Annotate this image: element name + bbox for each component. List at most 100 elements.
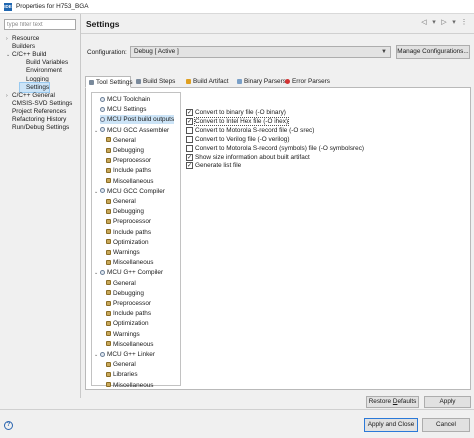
restore-defaults-button[interactable]: Restore Defaults xyxy=(366,396,419,408)
nav-item[interactable]: Run/Debug Settings xyxy=(6,123,69,132)
tab-label: Build Steps xyxy=(143,78,176,85)
configuration-select[interactable]: Debug [ Active ] ▼ xyxy=(130,46,391,58)
restore-label-pre: Restore xyxy=(368,398,393,405)
option-label: Show size information about built artifa… xyxy=(195,153,310,161)
tool-tree-item[interactable]: ⌄ MCU GCC Compiler xyxy=(94,187,165,196)
nav-item-label: Refactoring History xyxy=(12,116,67,123)
option-page-icon xyxy=(106,371,111,377)
cancel-button[interactable]: Cancel xyxy=(422,418,470,432)
tool-tree-item[interactable]: General xyxy=(106,279,136,288)
back-menu-chevron-icon[interactable]: ▾ xyxy=(430,18,438,27)
apply-and-close-button[interactable]: Apply and Close xyxy=(364,418,418,432)
chevron-down-icon[interactable]: ⌄ xyxy=(94,269,100,278)
forward-menu-chevron-icon[interactable]: ▾ xyxy=(450,18,458,27)
tool-tree-label: Warnings xyxy=(113,330,140,338)
tool-tree-item[interactable]: General xyxy=(106,136,136,145)
tab-build-artifact[interactable]: Build Artifact xyxy=(183,76,233,88)
option-row[interactable]: Convert to Motorola S-record file (-O sr… xyxy=(186,126,314,135)
option-checkbox[interactable]: ✓ xyxy=(186,109,193,116)
chevron-down-icon[interactable]: ⌄ xyxy=(94,351,100,360)
option-row[interactable]: ✓ Convert to binary file (-O binary) xyxy=(186,108,286,117)
tool-tree-label: Optimization xyxy=(113,238,149,246)
settings-tabs: Tool Settings Build Steps Build Artifact Bi… xyxy=(85,76,471,88)
filter-input[interactable] xyxy=(4,19,76,30)
option-label: Convert to binary file (-O binary) xyxy=(195,109,286,116)
tool-tree-item[interactable]: Miscellaneous xyxy=(106,340,154,349)
tab-binary-parsers[interactable]: Binary Parsers xyxy=(234,76,286,88)
option-page-icon xyxy=(106,198,111,204)
tool-tree-item[interactable]: MCU Post build outputs xyxy=(100,115,175,125)
tool-tree-item[interactable]: Include paths xyxy=(106,166,151,175)
option-row[interactable]: Convert to Motorola S-record (symbols) f… xyxy=(186,144,364,153)
tool-tree-label: Optimization xyxy=(113,320,149,328)
option-row[interactable]: ✓ Generate list file xyxy=(186,161,241,170)
tool-tree-label: Debugging xyxy=(113,289,144,297)
tool-tree-label: Debugging xyxy=(113,147,144,154)
tool-tree-label: Miscellaneous xyxy=(113,381,154,389)
tool-tree-item[interactable]: Optimization xyxy=(106,319,149,328)
tab-error-parsers[interactable]: Error Parsers xyxy=(282,76,332,88)
option-label: Convert to Intel Hex file (-O ihex) xyxy=(193,116,290,126)
tool-tree-item[interactable]: Debugging xyxy=(106,207,144,216)
help-icon[interactable]: ? xyxy=(4,421,13,430)
tab-build-steps[interactable]: Build Steps xyxy=(133,76,182,88)
tool-tree-item[interactable]: Include paths xyxy=(106,309,151,318)
tool-tree-item[interactable]: ⌄ MCU G++ Linker xyxy=(94,350,155,359)
tool-tree-label: Miscellaneous xyxy=(113,340,154,348)
option-label: Convert to Motorola S-record file (-O sr… xyxy=(195,126,315,134)
gear-icon xyxy=(100,269,105,275)
tool-tree-item[interactable]: ⌄ MCU G++ Compiler xyxy=(94,268,163,277)
manage-configurations-button[interactable]: Manage Configurations... xyxy=(396,45,470,59)
tool-tree-item[interactable]: Debugging xyxy=(106,146,144,155)
tool-tree-item[interactable]: Libraries xyxy=(106,370,138,379)
option-page-icon xyxy=(106,167,111,173)
tool-tree-item[interactable]: Preprocessor xyxy=(106,156,151,165)
option-page-icon xyxy=(106,208,111,214)
gear-icon xyxy=(100,351,105,357)
tool-tree-item[interactable]: Miscellaneous xyxy=(106,381,154,390)
forward-icon[interactable]: ▷ xyxy=(440,18,448,27)
tool-tree-item[interactable]: Preprocessor xyxy=(106,217,151,226)
option-row[interactable]: Convert to Verilog file (-O verilog) xyxy=(186,135,289,144)
tool-tree-label: General xyxy=(113,198,136,205)
option-checkbox[interactable]: ✓ xyxy=(186,117,193,125)
option-row[interactable]: ✓ Convert to Intel Hex file (-O ihex) xyxy=(186,116,290,126)
option-page-icon xyxy=(106,331,111,337)
tool-tree-item[interactable]: MCU Settings xyxy=(100,105,146,114)
tool-tree-item[interactable]: MCU Toolchain xyxy=(100,95,150,104)
footer-divider xyxy=(0,409,474,410)
back-icon[interactable]: ◁ xyxy=(420,18,428,27)
tool-tree-item[interactable]: General xyxy=(106,360,136,369)
option-page-icon xyxy=(106,229,111,235)
tool-tree-item[interactable]: Debugging xyxy=(106,289,144,298)
option-checkbox[interactable] xyxy=(186,144,193,152)
tool-tree-item[interactable]: Warnings xyxy=(106,248,140,257)
tool-tree-label: MCU Settings xyxy=(107,106,147,114)
option-page-icon xyxy=(106,290,111,296)
tool-tree-label: Include paths xyxy=(113,228,152,236)
apply-button[interactable]: Apply xyxy=(424,396,471,408)
nav-item-label: C/C++ General xyxy=(12,91,55,99)
tool-tree-item[interactable]: Miscellaneous xyxy=(106,258,154,267)
tool-tree-item[interactable]: Warnings xyxy=(106,330,140,339)
view-menu-icon[interactable]: ⋮ xyxy=(460,18,468,27)
tool-tree-label: Miscellaneous xyxy=(113,177,154,185)
left-pane: ›ResourceBuilders⌄C/C++ BuildBuild Varia… xyxy=(0,14,80,398)
tool-tree-item[interactable]: Miscellaneous xyxy=(106,177,154,186)
option-page-icon xyxy=(106,178,111,184)
tool-tree-item[interactable]: General xyxy=(106,197,136,206)
tool-tree-item[interactable]: Include paths xyxy=(106,228,151,237)
option-page-icon xyxy=(106,259,111,265)
option-row[interactable]: ✓ Show size information about built artif… xyxy=(186,153,310,162)
nav-item-label: Environment xyxy=(26,67,62,75)
option-checkbox[interactable]: ✓ xyxy=(186,153,193,161)
tab-tool-settings[interactable]: Tool Settings xyxy=(85,76,133,88)
option-checkbox[interactable] xyxy=(186,135,193,143)
tool-tree-item[interactable]: Optimization xyxy=(106,238,149,247)
option-page-icon xyxy=(106,239,111,245)
restore-label-post: efaults xyxy=(397,398,417,405)
option-checkbox[interactable] xyxy=(186,126,193,134)
option-checkbox[interactable]: ✓ xyxy=(186,162,193,170)
tool-tree-item[interactable]: ⌄ MCU GCC Assembler xyxy=(94,126,169,135)
tool-tree-item[interactable]: Preprocessor xyxy=(106,299,151,308)
